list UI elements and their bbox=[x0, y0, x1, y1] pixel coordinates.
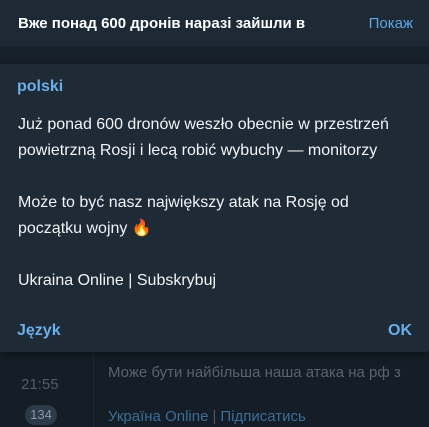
show-button[interactable]: Покаж bbox=[369, 15, 413, 32]
channel-footer-line: Ukraina Online | Subskrybuj bbox=[18, 272, 217, 289]
text-line-with-emoji: początku wojny 🔥 bbox=[18, 216, 418, 242]
text-line: Może to być nasz największy atak na Rosj… bbox=[18, 194, 349, 211]
message-text: Може бути найбільша наша атака на рф з bbox=[108, 364, 401, 381]
translation-dialog: polski Już ponad 600 dronów weszło obecn… bbox=[0, 64, 429, 352]
message-underlay: 21:55 134 Може бути найбільша наша атака… bbox=[0, 346, 429, 427]
text-line: Już ponad 600 dronów weszło obecnie w pr… bbox=[18, 116, 389, 133]
message-time: 21:55 bbox=[21, 376, 59, 393]
divider bbox=[93, 346, 94, 427]
subscribe-link[interactable]: Підписатись bbox=[220, 408, 305, 425]
message-links: Україна Online | Підписатись bbox=[108, 408, 306, 425]
ok-button[interactable]: OK bbox=[388, 322, 412, 340]
views-badge: 134 bbox=[25, 405, 57, 425]
target-language-label: polski bbox=[17, 78, 64, 95]
channel-link[interactable]: Україна Online bbox=[108, 408, 208, 425]
language-button[interactable]: Język bbox=[17, 322, 61, 340]
text-line: powietrzną Rosji i lecą robić wybuchy — … bbox=[18, 142, 378, 159]
text-line: początku wojny bbox=[18, 220, 128, 237]
header-title: Вже понад 600 дронів наразі зайшли в bbox=[18, 14, 306, 32]
translation-header: Вже понад 600 дронів наразі зайшли в Пок… bbox=[0, 0, 429, 46]
fire-emoji-icon: 🔥 bbox=[131, 220, 152, 237]
translated-text: Już ponad 600 dronów weszło obecnie w pr… bbox=[18, 112, 418, 294]
link-separator: | bbox=[212, 408, 217, 425]
